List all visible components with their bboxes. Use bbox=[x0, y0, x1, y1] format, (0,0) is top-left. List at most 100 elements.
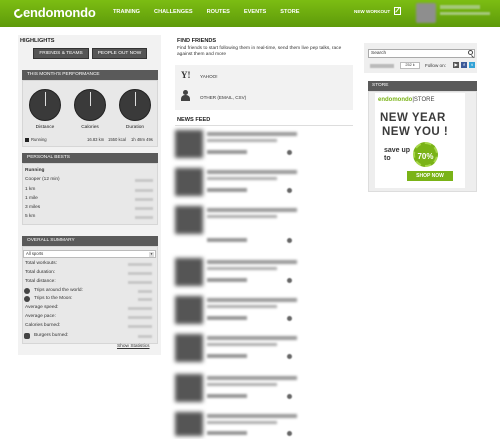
performance-header: THIS MONTH'S PERFORMANCE bbox=[22, 70, 158, 83]
summary-row: Average speed: bbox=[25, 305, 59, 310]
running-legend-icon bbox=[25, 138, 29, 142]
twitter-icon[interactable]: t bbox=[469, 62, 475, 68]
comment-icon[interactable] bbox=[287, 354, 292, 359]
feed-thumb[interactable] bbox=[175, 168, 203, 196]
gauge-label-duration: Duration bbox=[125, 125, 145, 130]
follow-on-label: Follow on: bbox=[425, 63, 446, 68]
youtube-icon[interactable]: ▶ bbox=[453, 62, 459, 68]
feed-text-blurred bbox=[207, 170, 297, 174]
like-count: 252 k bbox=[400, 62, 420, 69]
summary-value-blurred bbox=[128, 325, 152, 328]
nav-training[interactable]: TRAINING bbox=[113, 9, 140, 15]
best-value-blurred bbox=[135, 207, 153, 210]
yahoo-link[interactable]: YAHOO! bbox=[200, 74, 218, 79]
profile-name-blurred[interactable] bbox=[440, 5, 480, 9]
nav-events[interactable]: EVENTS bbox=[244, 9, 266, 15]
distance-value: 16.83 km bbox=[87, 137, 105, 142]
find-friends-box bbox=[175, 65, 353, 110]
feed-thumb[interactable] bbox=[175, 258, 203, 286]
summary-row: Burgers burned: bbox=[34, 333, 69, 338]
facebook-like-blurred[interactable] bbox=[370, 64, 394, 68]
discount-badge: 70% bbox=[413, 142, 438, 167]
endomondo-logo[interactable]: endomondo bbox=[12, 5, 96, 20]
add-person-icon[interactable] bbox=[181, 90, 191, 101]
summary-value-blurred bbox=[138, 298, 152, 301]
summary-value-blurred bbox=[128, 316, 152, 319]
comment-icon[interactable] bbox=[287, 394, 292, 399]
feed-text-blurred bbox=[207, 150, 247, 154]
feed-text-blurred bbox=[207, 132, 297, 136]
summary-value-blurred bbox=[128, 263, 152, 266]
globe-icon bbox=[24, 288, 30, 294]
feed-thumb[interactable] bbox=[175, 412, 203, 436]
show-statistics-link[interactable]: Show Statistics bbox=[117, 344, 150, 349]
chevron-down-icon: ▾ bbox=[149, 252, 154, 257]
ad-logo: endomondo|STORE bbox=[378, 97, 434, 103]
gauge-label-calories: Calories bbox=[81, 125, 99, 130]
nav-challenges[interactable]: CHALLENGES bbox=[154, 9, 193, 15]
find-friends-title: FIND FRIENDS bbox=[177, 38, 217, 44]
ad-headline-2: NEW YOU ! bbox=[382, 126, 449, 138]
comment-icon[interactable] bbox=[287, 278, 292, 283]
gauge-label-distance: Distance bbox=[35, 125, 55, 130]
feed-thumb[interactable] bbox=[175, 374, 203, 402]
search-input[interactable]: Search bbox=[368, 49, 475, 58]
other-email-csv-link[interactable]: OTHER (EMAIL, CSV) bbox=[200, 95, 246, 100]
feed-divider bbox=[175, 125, 353, 126]
summary-row: Total duration: bbox=[25, 270, 56, 275]
calories-value: 1550 kcal bbox=[108, 137, 126, 142]
shop-now-button[interactable]: SHOP NOW bbox=[407, 171, 453, 181]
comment-icon[interactable] bbox=[287, 188, 292, 193]
summary-row: Calories burned: bbox=[25, 323, 61, 328]
logo-text: endomondo bbox=[23, 5, 96, 20]
duration-value: 1h 48m 49s bbox=[131, 137, 153, 142]
feed-text-blurred bbox=[207, 238, 247, 242]
burger-icon bbox=[24, 333, 30, 339]
nav-routes[interactable]: ROUTES bbox=[207, 9, 230, 15]
best-row: 3 miles bbox=[25, 205, 41, 210]
pencil-icon[interactable] bbox=[394, 7, 401, 15]
best-row: 1 km bbox=[25, 187, 36, 192]
comment-icon[interactable] bbox=[287, 431, 292, 436]
ad-headline-1: NEW YEAR bbox=[380, 112, 446, 124]
best-value-blurred bbox=[135, 198, 153, 201]
ad-save-text: save up to bbox=[384, 147, 411, 162]
facebook-icon[interactable]: f bbox=[461, 62, 467, 68]
summary-value-blurred bbox=[128, 281, 152, 284]
feed-text-blurred bbox=[207, 260, 297, 264]
avatar[interactable] bbox=[416, 3, 436, 23]
ad-logo-brand: endomondo bbox=[378, 97, 413, 103]
feed-thumb[interactable] bbox=[175, 130, 203, 158]
feed-thumb[interactable] bbox=[175, 296, 203, 324]
bests-sport: Running bbox=[25, 168, 45, 173]
comment-icon[interactable] bbox=[287, 150, 292, 155]
summary-value-blurred bbox=[138, 335, 152, 338]
summary-row: Total workouts: bbox=[25, 261, 57, 266]
personal-bests-header: PERSONAL BESTS bbox=[22, 153, 158, 166]
sport-filter-value: All sports bbox=[26, 251, 44, 256]
search-icon[interactable] bbox=[468, 50, 473, 55]
highlights-title: HIGHLIGHTS bbox=[20, 38, 55, 44]
summary-value-blurred bbox=[128, 307, 152, 310]
yahoo-icon[interactable]: Y! bbox=[181, 70, 191, 80]
sport-filter-select[interactable]: All sports ▾ bbox=[23, 250, 156, 258]
feed-text-blurred bbox=[207, 414, 297, 418]
summary-row: Total distance: bbox=[25, 279, 56, 284]
feed-text-blurred bbox=[207, 298, 297, 302]
people-out-now-button[interactable]: PEOPLE OUT NOW bbox=[92, 48, 147, 59]
friends-teams-button[interactable]: FRIENDS & TEAMS bbox=[33, 48, 89, 59]
summary-row: Average pace: bbox=[25, 314, 56, 319]
comment-icon[interactable] bbox=[287, 316, 292, 321]
feed-text-blurred bbox=[207, 139, 277, 142]
summary-row: Trips to the Moon: bbox=[34, 296, 73, 301]
feed-text-blurred bbox=[207, 376, 297, 380]
overall-summary-header: OVERALL SUMMARY bbox=[22, 236, 158, 249]
feed-thumb[interactable] bbox=[175, 334, 203, 362]
nav-store[interactable]: STORE bbox=[280, 9, 299, 15]
new-workout-link[interactable]: NEW WORKOUT bbox=[354, 9, 390, 14]
comment-icon[interactable] bbox=[287, 238, 292, 243]
ad-logo-store: |STORE bbox=[412, 97, 435, 103]
duration-gauge bbox=[119, 89, 151, 121]
feed-thumb[interactable] bbox=[175, 206, 203, 234]
summary-value-blurred bbox=[128, 272, 152, 275]
